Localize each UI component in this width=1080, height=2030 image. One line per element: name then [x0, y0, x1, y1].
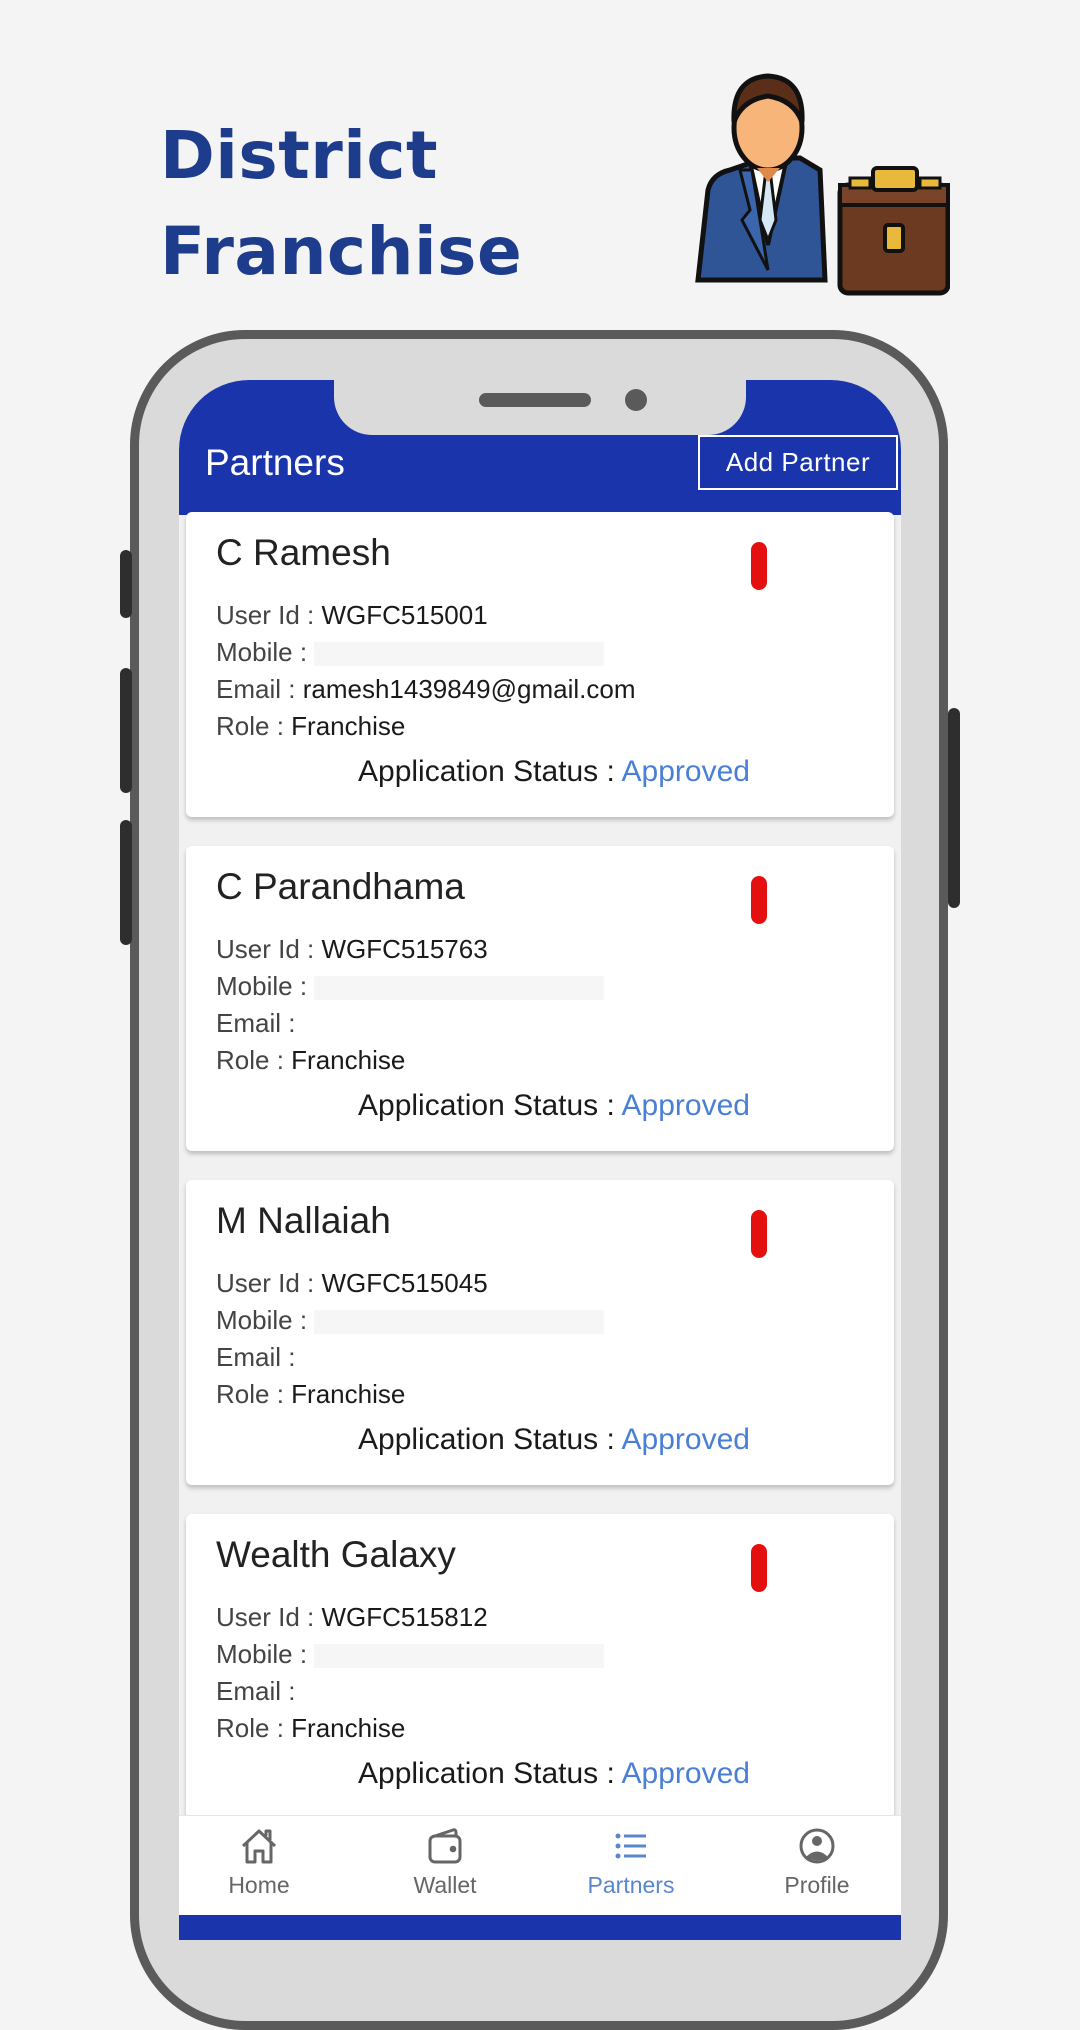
partner-card[interactable]: Wealth Galaxy User Id : WGFC515812 Mobil… [186, 1514, 894, 1819]
bottom-navigation: Home Wallet Partners Profile [179, 1815, 901, 1916]
user-id-value: WGFC515045 [321, 1268, 488, 1298]
wallet-icon [428, 1828, 462, 1864]
businessman-with-briefcase-icon [695, 73, 950, 296]
nav-home-label: Home [228, 1872, 290, 1898]
role-label: Role : [216, 1379, 284, 1409]
status-value: Approved [621, 1089, 750, 1122]
user-id-label: User Id : [216, 600, 315, 630]
partner-name: Wealth Galaxy [216, 1534, 456, 1575]
promo-title: District Franchise [160, 108, 522, 300]
mobile-label: Mobile : [216, 637, 308, 667]
role-value: Franchise [291, 1045, 406, 1075]
user-id-value: WGFC515812 [321, 1602, 488, 1632]
application-status: Application Status : Approved [186, 1423, 894, 1457]
role-value: Franchise [291, 1379, 406, 1409]
role-label: Role : [216, 1045, 284, 1075]
user-id-row: User Id : WGFC515001 [216, 600, 488, 631]
user-id-label: User Id : [216, 1268, 315, 1298]
promo-title-line-1: District [160, 117, 439, 194]
email-row: Email : [216, 1342, 295, 1373]
phone-camera [625, 389, 647, 411]
nav-home[interactable]: Home [189, 1824, 329, 1899]
partner-name: C Ramesh [216, 532, 391, 573]
partner-name: M Nallaiah [216, 1200, 391, 1241]
mobile-value-redacted [314, 1644, 605, 1669]
user-id-label: User Id : [216, 1602, 315, 1632]
nav-partners[interactable]: Partners [561, 1824, 701, 1899]
nav-wallet-label: Wallet [413, 1872, 477, 1898]
mobile-row: Mobile : [216, 1305, 605, 1336]
mobile-value-redacted [314, 1310, 605, 1335]
email-row: Email : ramesh1439849@gmail.com [216, 674, 636, 705]
email-label: Email : [216, 1008, 296, 1038]
user-id-row: User Id : WGFC515812 [216, 1602, 488, 1633]
status-toggle[interactable] [751, 542, 767, 590]
application-status: Application Status : Approved [186, 1757, 894, 1791]
mobile-row: Mobile : [216, 1639, 605, 1670]
phone-volume-up-button [120, 668, 132, 793]
status-toggle[interactable] [751, 1544, 767, 1592]
partner-card[interactable]: C Parandhama User Id : WGFC515763 Mobile… [186, 846, 894, 1151]
nav-profile[interactable]: Profile [747, 1824, 887, 1899]
phone-volume-down-button [120, 820, 132, 945]
mobile-label: Mobile : [216, 971, 308, 1001]
email-label: Email : [216, 674, 296, 704]
status-value: Approved [621, 1757, 750, 1790]
phone-side-button [120, 550, 132, 618]
phone-power-button [948, 708, 960, 908]
nav-wallet[interactable]: Wallet [375, 1824, 515, 1899]
bottom-strip [179, 1915, 901, 1940]
mobile-row: Mobile : [216, 971, 605, 1002]
app-screen: Partners Add Partner C Ramesh User Id : … [179, 380, 901, 1940]
user-id-row: User Id : WGFC515045 [216, 1268, 488, 1299]
email-label: Email : [216, 1676, 296, 1706]
status-label: Application Status : [358, 1423, 615, 1456]
application-status: Application Status : Approved [186, 755, 894, 789]
partner-list[interactable]: C Ramesh User Id : WGFC515001 Mobile : E… [179, 512, 901, 1819]
mobile-row: Mobile : [216, 637, 605, 668]
status-label: Application Status : [358, 1089, 615, 1122]
mobile-label: Mobile : [216, 1639, 308, 1669]
nav-profile-label: Profile [784, 1872, 850, 1898]
user-id-value: WGFC515001 [321, 600, 488, 630]
role-row: Role : Franchise [216, 711, 405, 742]
role-value: Franchise [291, 1713, 406, 1743]
status-value: Approved [621, 755, 750, 788]
status-value: Approved [621, 1423, 750, 1456]
partner-name: C Parandhama [216, 866, 465, 907]
role-row: Role : Franchise [216, 1379, 405, 1410]
email-value: ramesh1439849@gmail.com [302, 674, 636, 704]
user-id-label: User Id : [216, 934, 315, 964]
email-row: Email : [216, 1676, 295, 1707]
promo-title-line-2: Franchise [160, 213, 523, 290]
partner-card[interactable]: C Ramesh User Id : WGFC515001 Mobile : E… [186, 512, 894, 817]
phone-speaker [479, 393, 591, 407]
mobile-value-redacted [314, 976, 605, 1001]
user-id-row: User Id : WGFC515763 [216, 934, 488, 965]
application-status: Application Status : Approved [186, 1089, 894, 1123]
list-icon [615, 1833, 646, 1859]
role-value: Franchise [291, 711, 406, 741]
mobile-value-redacted [314, 642, 605, 667]
role-row: Role : Franchise [216, 1713, 405, 1744]
role-label: Role : [216, 1713, 284, 1743]
status-label: Application Status : [358, 755, 615, 788]
add-partner-button[interactable]: Add Partner [698, 435, 898, 490]
role-label: Role : [216, 711, 284, 741]
status-label: Application Status : [358, 1757, 615, 1790]
home-icon [241, 1829, 277, 1864]
partner-card[interactable]: M Nallaiah User Id : WGFC515045 Mobile :… [186, 1180, 894, 1485]
email-row: Email : [216, 1008, 295, 1039]
profile-icon [799, 1828, 835, 1864]
user-id-value: WGFC515763 [321, 934, 488, 964]
role-row: Role : Franchise [216, 1045, 405, 1076]
status-toggle[interactable] [751, 876, 767, 924]
email-label: Email : [216, 1342, 296, 1372]
status-toggle[interactable] [751, 1210, 767, 1258]
mobile-label: Mobile : [216, 1305, 308, 1335]
nav-partners-label: Partners [587, 1872, 675, 1898]
page-title: Partners [205, 442, 345, 483]
